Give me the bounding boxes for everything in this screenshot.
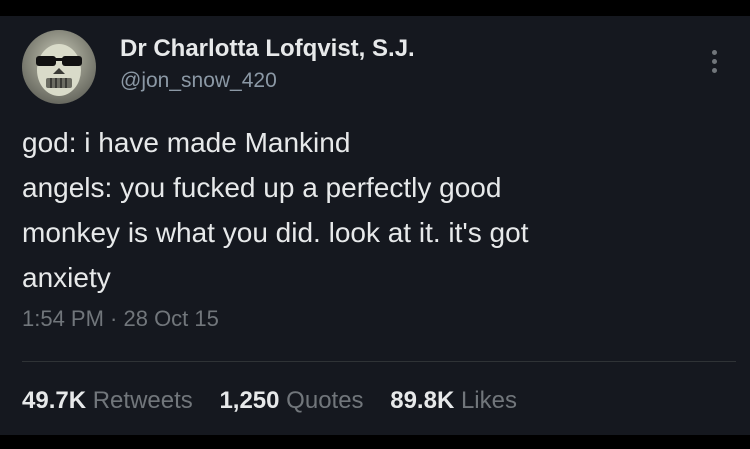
quotes-label: Quotes	[286, 387, 364, 414]
tweet-card: Dr Charlotta Lofqvist, S.J. @jon_snow_42…	[0, 0, 750, 449]
likes-stat[interactable]: 89.8K Likes	[390, 387, 517, 415]
author-name[interactable]: Dr Charlotta Lofqvist, S.J.	[120, 35, 415, 63]
skull-sunglasses-icon	[36, 44, 82, 96]
tweet-timestamp[interactable]: 1:54 PM · 28 Oct 15	[22, 306, 219, 332]
divider	[22, 361, 736, 362]
quotes-count: 1,250	[219, 387, 280, 414]
tweet-text-line: monkey is what you did. look at it. it's…	[22, 217, 529, 248]
retweets-count: 49.7K	[22, 387, 87, 414]
likes-count: 89.8K	[390, 387, 455, 414]
tweet-text-line: anxiety	[22, 262, 111, 293]
quotes-stat[interactable]: 1,250 Quotes	[219, 387, 363, 415]
tweet-text-line: god: i have made Mankind	[22, 127, 351, 158]
likes-label: Likes	[460, 387, 517, 414]
author-handle[interactable]: @jon_snow_420	[120, 69, 277, 93]
retweets-stat[interactable]: 49.7K Retweets	[22, 387, 193, 415]
dot	[711, 59, 717, 64]
retweets-label: Retweets	[92, 387, 193, 414]
tweet-text: god: i have made Mankind angels: you fuc…	[22, 120, 722, 300]
author-avatar[interactable]	[22, 30, 96, 104]
more-options-icon[interactable]	[700, 46, 728, 82]
tweet-text-line: angels: you fucked up a perfectly good	[22, 172, 502, 203]
dot	[711, 50, 717, 55]
engagement-stats: 49.7K Retweets 1,250 Quotes 89.8K Likes	[22, 387, 537, 415]
dot	[711, 68, 717, 73]
